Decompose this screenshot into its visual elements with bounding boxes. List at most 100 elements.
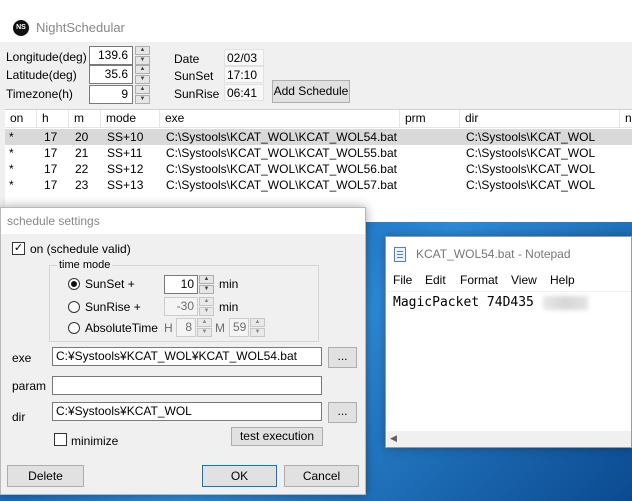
spin-down-icon[interactable]: ▼ bbox=[250, 328, 265, 337]
notepad-text-area[interactable]: MagicPacket 74D435 bbox=[387, 291, 631, 431]
spin-down-icon[interactable]: ▼ bbox=[135, 75, 150, 84]
cell-mode: SS+12 bbox=[107, 162, 144, 176]
sunset-radio[interactable] bbox=[68, 278, 80, 290]
column-header-mode[interactable]: mode bbox=[101, 110, 160, 128]
column-header-h[interactable]: h bbox=[37, 110, 69, 128]
window-title: NightSchedular bbox=[36, 20, 125, 35]
param-label: param bbox=[12, 379, 47, 393]
spin-up-icon[interactable]: ▲ bbox=[199, 297, 214, 306]
cancel-button[interactable]: Cancel bbox=[284, 465, 359, 487]
sunrise-label: SunRise bbox=[174, 87, 220, 101]
schedule-table[interactable]: on h m mode exe prm dir n * 17 20 SS+10 … bbox=[5, 109, 632, 222]
sunrise-offset-spinner[interactable]: ▲ ▼ bbox=[199, 297, 214, 316]
table-row[interactable]: * 17 21 SS+11 C:\Systools\KCAT_WOL\KCAT_… bbox=[5, 145, 632, 161]
minute-label: M bbox=[215, 321, 225, 335]
cell-dir: C:\Systools\KCAT_WOL bbox=[466, 178, 596, 192]
column-header-on[interactable]: on bbox=[5, 110, 37, 128]
cell-on: * bbox=[9, 162, 14, 176]
add-schedule-button[interactable]: Add Schedule bbox=[272, 80, 350, 103]
horizontal-scrollbar[interactable]: ◀ bbox=[387, 431, 631, 447]
ok-button[interactable]: OK bbox=[202, 465, 277, 487]
on-checkbox[interactable]: ✓ bbox=[12, 242, 25, 255]
spin-up-icon[interactable]: ▲ bbox=[197, 318, 212, 327]
latitude-label: Latitude(deg) bbox=[6, 68, 77, 82]
absolute-time-radio[interactable] bbox=[68, 322, 80, 334]
scroll-left-icon[interactable]: ◀ bbox=[390, 433, 397, 444]
menu-file[interactable]: File bbox=[393, 273, 412, 287]
latitude-input[interactable]: 35.6 bbox=[89, 65, 133, 84]
cell-on: * bbox=[9, 130, 14, 144]
sunset-offset-input[interactable]: 10 bbox=[164, 275, 198, 294]
exe-input[interactable]: C:¥Systools¥KCAT_WOL¥KCAT_WOL54.bat bbox=[52, 347, 322, 366]
notepad-icon bbox=[394, 247, 406, 262]
sunrise-mode-label: SunRise + bbox=[85, 300, 141, 314]
sunrise-unit: min bbox=[219, 300, 239, 314]
sunrise-offset-input[interactable]: -30 bbox=[164, 297, 198, 316]
spin-up-icon[interactable]: ▲ bbox=[250, 318, 265, 327]
dir-browse-button[interactable]: ... bbox=[328, 402, 357, 423]
timezone-spinner[interactable]: ▲ ▼ bbox=[135, 85, 150, 104]
sunset-value: 17:10 bbox=[224, 66, 264, 83]
sunset-unit: min bbox=[219, 277, 239, 291]
hour-label: H bbox=[164, 321, 173, 335]
sunset-offset-spinner[interactable]: ▲ ▼ bbox=[199, 275, 214, 294]
test-execution-button[interactable]: test execution bbox=[231, 427, 323, 446]
dir-input[interactable]: C:¥Systools¥KCAT_WOL bbox=[52, 402, 322, 421]
dialog-title: schedule settings bbox=[7, 214, 100, 228]
minute-spinner[interactable]: ▲ ▼ bbox=[250, 318, 265, 337]
cell-exe: C:\Systools\KCAT_WOL\KCAT_WOL54.bat bbox=[166, 130, 397, 144]
cell-dir: C:\Systools\KCAT_WOL bbox=[466, 162, 596, 176]
dir-label: dir bbox=[12, 410, 26, 424]
exe-label: exe bbox=[12, 351, 32, 365]
longitude-spinner[interactable]: ▲ ▼ bbox=[135, 46, 150, 65]
latitude-spinner[interactable]: ▲ ▼ bbox=[135, 65, 150, 84]
minimize-label: minimize bbox=[71, 434, 119, 448]
notepad-content: MagicPacket 74D435 bbox=[393, 295, 534, 310]
spin-up-icon[interactable]: ▲ bbox=[135, 46, 150, 55]
column-header-m[interactable]: m bbox=[69, 110, 101, 128]
date-label: Date bbox=[174, 52, 200, 66]
spin-down-icon[interactable]: ▼ bbox=[199, 307, 214, 316]
menu-view[interactable]: View bbox=[511, 273, 537, 287]
minimize-checkbox[interactable] bbox=[54, 433, 67, 446]
sunrise-radio[interactable] bbox=[68, 301, 80, 313]
column-header-dir[interactable]: dir bbox=[460, 110, 620, 128]
column-header-prm[interactable]: prm bbox=[400, 110, 460, 128]
spin-down-icon[interactable]: ▼ bbox=[197, 328, 212, 337]
spin-up-icon[interactable]: ▲ bbox=[135, 65, 150, 74]
hour-spinner[interactable]: ▲ ▼ bbox=[197, 318, 212, 337]
spin-up-icon[interactable]: ▲ bbox=[199, 275, 214, 284]
hour-input[interactable]: 8 bbox=[176, 318, 196, 337]
cell-h: 17 bbox=[44, 178, 58, 192]
exe-browse-button[interactable]: ... bbox=[328, 347, 357, 368]
spin-down-icon[interactable]: ▼ bbox=[199, 285, 214, 294]
column-header-extra[interactable]: n bbox=[620, 110, 632, 128]
main-title-bar: NS NightSchedular bbox=[0, 0, 632, 42]
menu-edit[interactable]: Edit bbox=[425, 273, 446, 287]
menu-help[interactable]: Help bbox=[550, 273, 575, 287]
cell-exe: C:\Systools\KCAT_WOL\KCAT_WOL56.bat bbox=[166, 162, 397, 176]
param-input[interactable] bbox=[52, 376, 322, 395]
spin-down-icon[interactable]: ▼ bbox=[135, 95, 150, 104]
menu-format[interactable]: Format bbox=[460, 273, 498, 287]
cell-h: 17 bbox=[44, 130, 58, 144]
delete-button[interactable]: Delete bbox=[7, 465, 84, 487]
table-row[interactable]: * 17 22 SS+12 C:\Systools\KCAT_WOL\KCAT_… bbox=[5, 161, 632, 177]
cell-mode: SS+11 bbox=[107, 146, 143, 160]
date-value: 02/03 bbox=[224, 49, 264, 66]
longitude-input[interactable]: 139.6 bbox=[89, 46, 133, 65]
minute-input[interactable]: 59 bbox=[229, 318, 249, 337]
spin-down-icon[interactable]: ▼ bbox=[135, 56, 150, 65]
on-label: on (schedule valid) bbox=[30, 242, 131, 256]
spin-up-icon[interactable]: ▲ bbox=[135, 85, 150, 94]
longitude-label: Longitude(deg) bbox=[6, 50, 87, 64]
timezone-label: Timezone(h) bbox=[6, 87, 73, 101]
cell-m: 21 bbox=[75, 146, 89, 160]
table-row[interactable]: * 17 20 SS+10 C:\Systools\KCAT_WOL\KCAT_… bbox=[5, 129, 632, 145]
sunset-label: SunSet bbox=[174, 69, 214, 83]
main-window: NS NightSchedular Longitude(deg) 139.6 ▲… bbox=[0, 0, 632, 222]
table-row[interactable]: * 17 23 SS+13 C:\Systools\KCAT_WOL\KCAT_… bbox=[5, 177, 632, 193]
timezone-input[interactable]: 9 bbox=[89, 85, 133, 104]
cell-h: 17 bbox=[44, 162, 58, 176]
column-header-exe[interactable]: exe bbox=[160, 110, 400, 128]
